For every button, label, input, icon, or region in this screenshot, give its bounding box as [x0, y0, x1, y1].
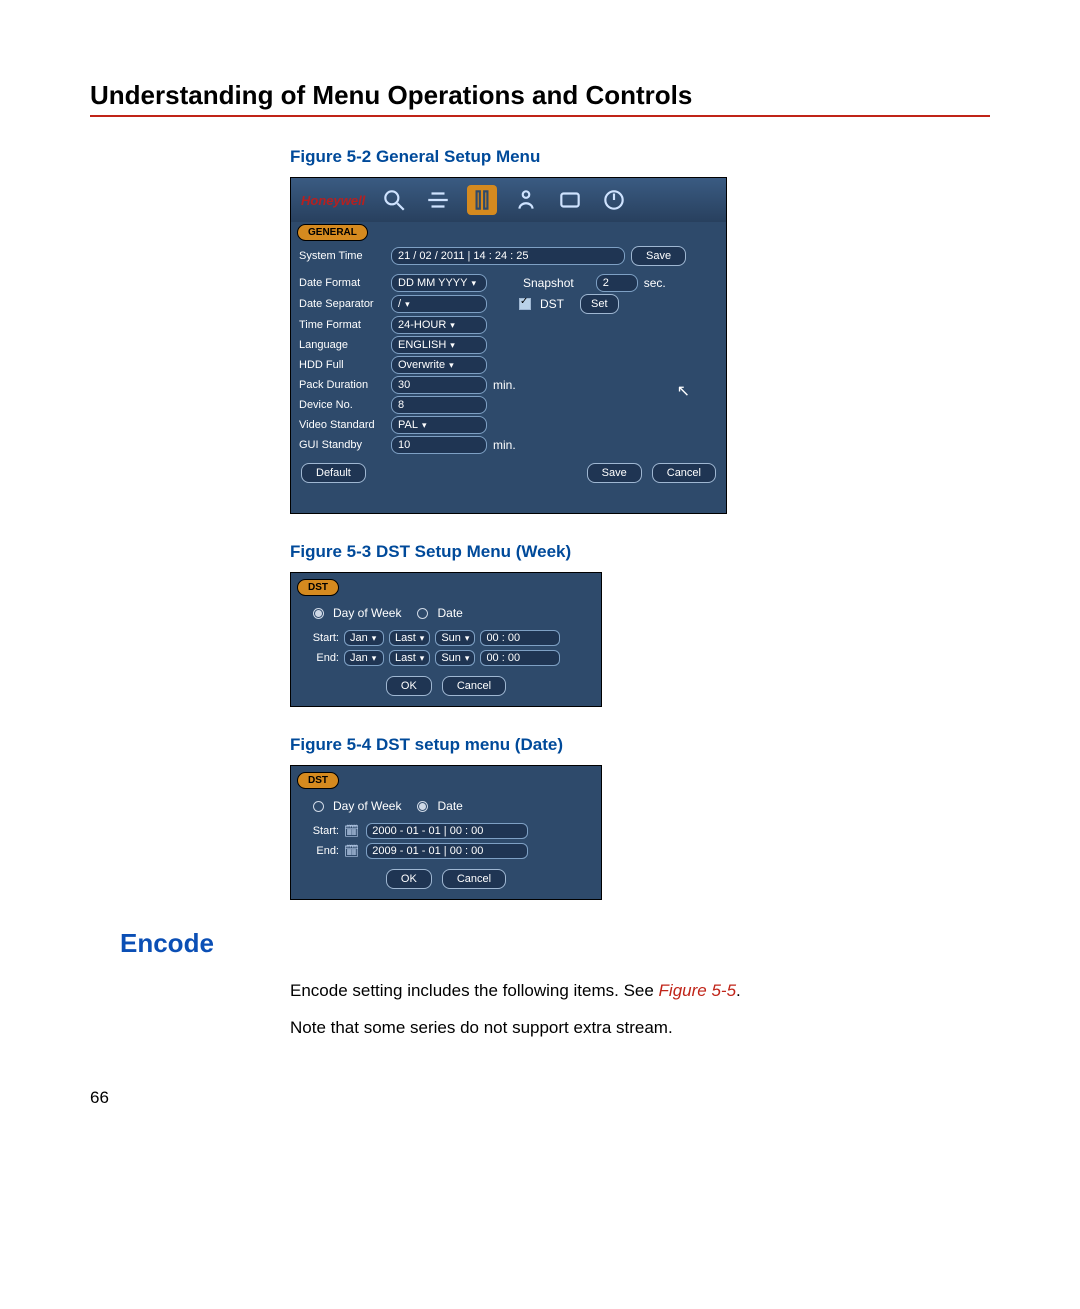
radio-day-of-week[interactable] [313, 608, 324, 619]
encode-heading: Encode [120, 928, 990, 959]
label-device-no: Device No. [299, 399, 385, 411]
label-date-separator: Date Separator [299, 298, 385, 310]
encode-text-1c: . [736, 981, 741, 1000]
figure-ref-5-5: Figure 5-5 [659, 981, 736, 1000]
figure-caption-5-2: Figure 5-2 General Setup Menu [290, 147, 990, 167]
label-date-format: Date Format [299, 277, 385, 289]
input-end-date[interactable]: 2009 - 01 - 01 | 00 : 00 [366, 843, 528, 859]
panel-topbar: Honeywell [291, 178, 726, 222]
label-hdd-full: HDD Full [299, 359, 385, 371]
cancel-button-2[interactable]: Cancel [442, 869, 506, 889]
input-start-time[interactable]: 00 : 00 [480, 630, 560, 646]
tab-dst-2[interactable]: DST [297, 772, 339, 789]
input-end-time[interactable]: 00 : 00 [480, 650, 560, 666]
label-date-2: Date [437, 799, 462, 813]
label-date: Date [437, 606, 462, 620]
figure-caption-5-3: Figure 5-3 DST Setup Menu (Week) [290, 542, 990, 562]
select-hdd-full[interactable]: Overwrite [391, 356, 487, 374]
tab-general[interactable]: GENERAL [297, 224, 368, 241]
label-min-1: min. [493, 378, 516, 392]
cursor-icon: ↖ [677, 381, 690, 401]
label-pack-duration: Pack Duration [299, 379, 385, 391]
nav-icon-search[interactable] [379, 185, 409, 215]
label-snapshot: Snapshot [523, 276, 574, 290]
radio-date[interactable] [417, 608, 428, 619]
label-day-of-week: Day of Week [333, 606, 401, 620]
ok-button-2[interactable]: OK [386, 869, 432, 889]
label-start-2: Start: [305, 825, 339, 837]
encode-body: Encode setting includes the following it… [290, 981, 990, 1038]
label-start: Start: [305, 632, 339, 644]
checkbox-dst[interactable] [519, 298, 531, 310]
select-start-week[interactable]: Last [389, 630, 430, 646]
input-device-no[interactable]: 8 [391, 396, 487, 414]
nav-icon-info[interactable] [555, 185, 585, 215]
section-rule [90, 115, 990, 117]
select-video-standard[interactable]: PAL [391, 416, 487, 434]
save-button[interactable]: Save [587, 463, 642, 483]
encode-line-1: Encode setting includes the following it… [290, 981, 990, 1001]
select-date-format[interactable]: DD MM YYYY [391, 274, 487, 292]
encode-text-1a: Encode setting includes the following it… [290, 981, 659, 1000]
label-end-2: End: [305, 845, 339, 857]
dst-date-panel: DST Day of Week Date Start: 🗓 2000 - 01 … [290, 765, 602, 900]
nav-icon-advanced[interactable] [511, 185, 541, 215]
label-sec: sec. [644, 276, 666, 290]
select-start-month[interactable]: Jan [344, 630, 384, 646]
dst-week-panel: DST Day of Week Date Start: Jan Last Sun… [290, 572, 602, 707]
ok-button-1[interactable]: OK [386, 676, 432, 696]
label-time-format: Time Format [299, 319, 385, 331]
select-language[interactable]: ENGLISH [391, 336, 487, 354]
section-title: Understanding of Menu Operations and Con… [90, 80, 990, 111]
input-snapshot[interactable]: 2 [596, 274, 638, 292]
input-pack-duration[interactable]: 30 [391, 376, 487, 394]
encode-line-2: Note that some series do not support ext… [290, 1018, 990, 1038]
select-end-month[interactable]: Jan [344, 650, 384, 666]
label-video-standard: Video Standard [299, 419, 385, 431]
radio-day-of-week-2[interactable] [313, 801, 324, 812]
select-end-day[interactable]: Sun [435, 650, 475, 666]
input-gui-standby[interactable]: 10 [391, 436, 487, 454]
figure-caption-5-4: Figure 5-4 DST setup menu (Date) [290, 735, 990, 755]
calendar-icon[interactable]: 🗓 [344, 824, 359, 838]
select-date-separator[interactable]: / [391, 295, 487, 313]
select-start-day[interactable]: Sun [435, 630, 475, 646]
save-time-button[interactable]: Save [631, 246, 686, 266]
select-end-week[interactable]: Last [389, 650, 430, 666]
radio-date-2[interactable] [417, 801, 428, 812]
label-language: Language [299, 339, 385, 351]
cancel-button-1[interactable]: Cancel [442, 676, 506, 696]
label-dst: DST [540, 297, 564, 311]
label-end: End: [305, 652, 339, 664]
label-day-of-week-2: Day of Week [333, 799, 401, 813]
calendar-icon-2[interactable]: 🗓 [344, 844, 359, 858]
default-button[interactable]: Default [301, 463, 366, 483]
label-gui-standby: GUI Standby [299, 439, 385, 451]
page-number: 66 [90, 1088, 990, 1108]
nav-icon-shutdown[interactable] [599, 185, 629, 215]
nav-icon-settings[interactable] [467, 185, 497, 215]
input-system-time[interactable]: 21 / 02 / 2011 | 14 : 24 : 25 [391, 247, 625, 265]
tab-dst-1[interactable]: DST [297, 579, 339, 596]
input-start-date[interactable]: 2000 - 01 - 01 | 00 : 00 [366, 823, 528, 839]
select-time-format[interactable]: 24-HOUR [391, 316, 487, 334]
brand-logo: Honeywell [301, 193, 365, 208]
label-system-time: System Time [299, 250, 385, 262]
cancel-button[interactable]: Cancel [652, 463, 716, 483]
label-min-2: min. [493, 438, 516, 452]
general-setup-panel: Honeywell GENERAL System Time 21 / 02 / … [290, 177, 727, 514]
nav-icon-network[interactable] [423, 185, 453, 215]
set-button[interactable]: Set [580, 294, 619, 314]
